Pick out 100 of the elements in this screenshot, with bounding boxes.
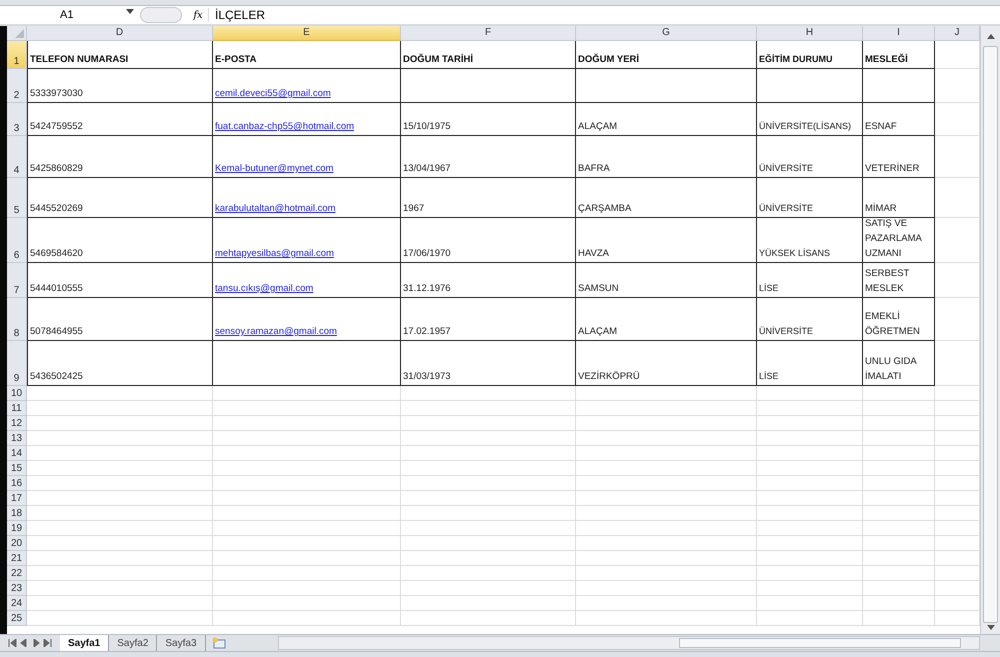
email-link[interactable]: mehtapyesilbas@gmail.com [215,246,334,261]
sheet-tab[interactable]: Sayfa1 [60,635,110,651]
email-link[interactable]: Kemal-butuner@mynet.com [215,161,334,176]
grid-cell [863,431,935,446]
table-cell-text: 1967 [403,202,424,216]
table-cell-text: BAFRA [578,162,610,176]
formula-field[interactable]: İLÇELER [208,8,1000,22]
row-header[interactable]: 6 [7,218,27,263]
row-header[interactable]: 20 [7,536,27,551]
email-link[interactable]: cemil.deveci55@gmail.com [215,86,331,101]
table-cell-text: SAMSUN [578,282,619,296]
row-header[interactable]: 24 [7,596,27,611]
grid-cell [863,581,935,596]
table-cell-text: LİSE [759,282,779,295]
table-cell-text: VEZİRKÖPRÜ [578,370,640,384]
column-title: DOĞUM YERİ [578,52,640,67]
column-title: E-POSTA [215,53,257,67]
grid-cell [863,536,935,551]
grid-cell [863,461,935,476]
row-header[interactable]: 13 [7,431,27,446]
formula-expand-button[interactable] [140,7,182,23]
dropdown-caret-icon[interactable] [126,9,134,14]
new-sheet-icon[interactable] [212,637,226,649]
row-header[interactable]: 21 [7,551,27,566]
email-link[interactable]: fuat.canbaz-chp55@hotmail.com [215,119,354,134]
table-cell-text: 5078464955 [30,325,83,339]
grid-cell [863,446,935,461]
table-cell-text: SATIŞ VE PAZARLAMA UZMANI [865,217,923,261]
table-cell-text: 5444010555 [30,282,83,296]
table-cell-text: 5436502425 [30,370,83,384]
column-header[interactable]: G [576,26,757,41]
table-cell-text: 31/03/1973 [403,370,451,384]
grid-cell [863,611,935,626]
table-cell-text: YÜKSEK LİSANS [759,247,830,260]
sheet-navigation-icon[interactable] [8,639,52,647]
table-cell-text: HAVZA [578,247,609,261]
table-cell-text: ÜNİVERSİTE [759,162,814,175]
row-header[interactable]: 15 [7,461,27,476]
table-cell-text: 5425860829 [30,162,83,176]
column-header[interactable]: F [401,26,576,41]
grid-cell [863,596,935,611]
vertical-scrollbar[interactable] [980,26,1000,634]
row-header[interactable]: 8 [7,298,27,341]
grid-cell [863,491,935,506]
row-header[interactable]: 2 [7,69,27,103]
function-label[interactable]: fx [188,10,208,20]
name-box[interactable]: A1 [0,9,140,21]
row-header[interactable]: 18 [7,506,27,521]
row-header[interactable]: 22 [7,566,27,581]
table-cell-text: ALAÇAM [578,325,618,339]
column-header[interactable]: H [757,26,863,41]
select-all-corner[interactable] [7,26,27,41]
row-header[interactable]: 4 [7,136,27,178]
table-cell-text: 31.12.1976 [403,282,451,296]
row-header[interactable]: 1 [7,41,27,69]
table-cell-text: ALAÇAM [578,120,618,134]
row-header[interactable]: 9 [7,341,27,386]
column-header[interactable]: E [213,26,401,41]
column-title: EĞİTİM DURUMU [759,53,832,66]
scroll-down-icon[interactable] [987,625,995,630]
row-header[interactable]: 3 [7,103,27,136]
row-header[interactable]: 12 [7,416,27,431]
table-cell-text: SERBEST MESLEK [865,267,910,296]
column-header[interactable]: D [27,26,213,41]
row-header[interactable]: 14 [7,446,27,461]
email-link[interactable]: tansu.cıkış@gmail.com [215,281,314,296]
table-cell-text: ÜNİVERSİTE [759,325,814,338]
scroll-up-icon[interactable] [987,34,995,39]
grid-cell [863,551,935,566]
column-header[interactable]: I [863,26,935,41]
table-cell-text: EMEKLİ ÖĞRETMEN [865,310,921,339]
email-link[interactable]: karabulutaltan@hotmail.com [215,201,336,216]
grid-cell [863,566,935,581]
table-cell-text: LİSE [759,370,779,383]
grid-cell [863,401,935,416]
grid-cell [863,386,935,401]
horizontal-scrollbar[interactable] [278,636,980,650]
table-cell-text: ÜNİVERSİTE [759,202,814,215]
row-header[interactable]: 16 [7,476,27,491]
table-cell-text: 13/04/1967 [403,162,451,176]
row-header[interactable]: 23 [7,581,27,596]
grid-cell [863,521,935,536]
row-header[interactable]: 5 [7,178,27,218]
table-cell-text: 17.02.1957 [403,325,451,339]
row-header[interactable]: 7 [7,263,27,298]
column-title: MESLEĞİ [865,52,908,67]
row-header[interactable]: 17 [7,491,27,506]
table-cell-text: ESNAF [865,120,897,134]
row-header[interactable]: 25 [7,611,27,626]
table-cell-text: 15/10/1975 [403,120,451,134]
row-header[interactable]: 11 [7,401,27,416]
column-header[interactable]: J [935,26,980,41]
grid-cell [863,506,935,521]
select-all-icon[interactable] [15,29,24,38]
table-cell-text: 17/06/1970 [403,247,451,261]
row-header[interactable]: 10 [7,386,27,401]
table-cell-text: UNLU GIDA İMALATI [865,355,918,384]
table-cell-text: 5445520269 [30,202,83,216]
email-link[interactable]: sensoy.ramazan@gmail.com [215,324,337,339]
row-header[interactable]: 19 [7,521,27,536]
